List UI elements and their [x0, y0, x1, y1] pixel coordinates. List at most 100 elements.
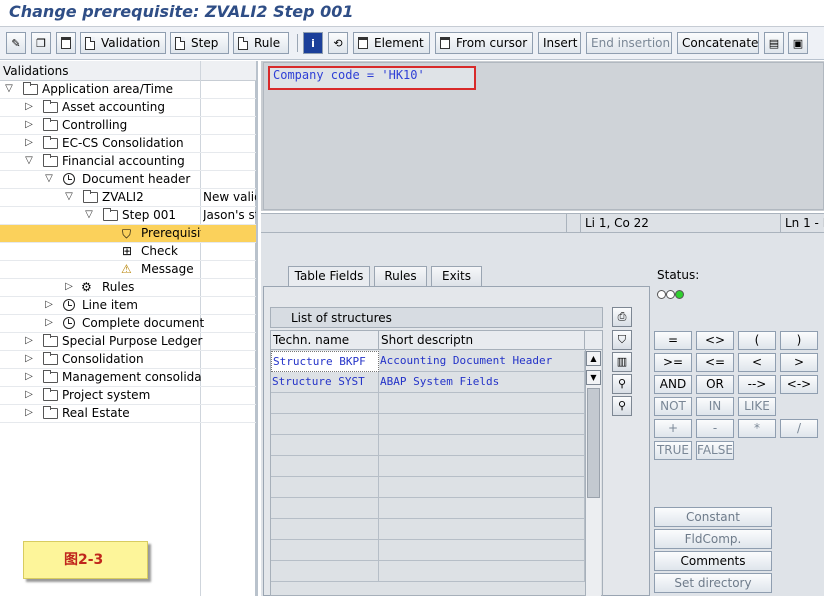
chevron-right-icon[interactable]: ▷	[24, 119, 34, 131]
table-cell-empty[interactable]	[271, 561, 379, 582]
tree-node-document-header[interactable]: ▽ Document header	[0, 171, 256, 189]
operator-multiply-button[interactable]: *	[738, 419, 776, 438]
comments-button[interactable]: Comments	[654, 551, 772, 571]
operator-or-button[interactable]: OR	[696, 375, 734, 394]
chevron-right-icon[interactable]: ▷	[24, 335, 34, 347]
chevron-right-icon[interactable]: ▷	[44, 317, 54, 329]
find-icon[interactable]: ⚲	[612, 374, 632, 394]
operator-like-button[interactable]: LIKE	[738, 397, 776, 416]
table-cell-empty[interactable]	[271, 498, 379, 519]
scroll-down-icon[interactable]: ▼	[586, 370, 601, 385]
constant-button[interactable]: Constant	[654, 507, 772, 527]
operator-equivalent-button[interactable]: <->	[780, 375, 818, 394]
tree-node-asset-accounting[interactable]: ▷ Asset accounting	[0, 99, 256, 117]
new-step-button[interactable]: Step	[170, 32, 229, 54]
table-cell-empty[interactable]	[271, 414, 379, 435]
tab-exits[interactable]: Exits	[431, 266, 482, 286]
column-header-techn-name[interactable]: Techn. name	[271, 331, 379, 350]
table-cell-empty[interactable]	[271, 477, 379, 498]
tree-node-ec-cs[interactable]: ▷ EC-CS Consolidation	[0, 135, 256, 153]
table-cell-empty[interactable]	[271, 393, 379, 414]
chevron-down-icon[interactable]: ▽	[44, 173, 54, 185]
table-cell-techn-name[interactable]: Structure BKPF	[271, 351, 379, 372]
end-insertion-button[interactable]: End insertion	[586, 32, 672, 54]
operator-minus-button[interactable]: -	[696, 419, 734, 438]
tree-node-financial-accounting[interactable]: ▽ Financial accounting	[0, 153, 256, 171]
operator-equals-button[interactable]: =	[654, 331, 692, 350]
table-cell-empty[interactable]	[379, 456, 585, 477]
scrollbar-thumb[interactable]	[587, 388, 600, 498]
chevron-right-icon[interactable]: ▷	[24, 137, 34, 149]
operator-true-button[interactable]: TRUE	[654, 441, 692, 460]
chevron-right-icon[interactable]: ▷	[24, 353, 34, 365]
chevron-down-icon[interactable]: ▽	[4, 83, 14, 95]
table-cell-empty[interactable]	[379, 477, 585, 498]
table-cell-empty[interactable]	[379, 435, 585, 456]
chevron-right-icon[interactable]: ▷	[24, 389, 34, 401]
table-cell-empty[interactable]	[379, 540, 585, 561]
copy-icon[interactable]: ❐	[31, 32, 51, 54]
insert-button[interactable]: Insert	[538, 32, 581, 54]
operator-close-paren-button[interactable]: )	[780, 331, 818, 350]
delete-icon[interactable]	[56, 32, 76, 54]
delete-element-button[interactable]: Element	[353, 32, 430, 54]
delete-from-cursor-button[interactable]: From cursor	[435, 32, 533, 54]
tree-node-controlling[interactable]: ▷ Controlling	[0, 117, 256, 135]
table-cell-empty[interactable]	[379, 519, 585, 540]
tab-table-fields[interactable]: Table Fields	[288, 266, 370, 287]
tree-node-check[interactable]: ⊞ Check	[0, 243, 256, 261]
columns-icon[interactable]: ▥	[612, 352, 632, 372]
print-icon[interactable]: ▤	[764, 32, 784, 54]
operator-implies-button[interactable]: -->	[738, 375, 776, 394]
chevron-down-icon[interactable]: ▽	[84, 209, 94, 221]
column-settings[interactable]	[585, 331, 603, 350]
chevron-right-icon[interactable]: ▷	[24, 371, 34, 383]
operator-lt-button[interactable]: <	[738, 353, 776, 372]
concatenate-button[interactable]: Concatenate	[677, 32, 759, 54]
table-cell-empty[interactable]	[271, 519, 379, 540]
tree-node-prerequisite[interactable]: ⛉ Prerequisit	[0, 225, 256, 243]
table-cell-empty[interactable]	[271, 435, 379, 456]
swap-icon[interactable]: ⟲	[328, 32, 348, 54]
field-compare-button[interactable]: FldComp.	[654, 529, 772, 549]
table-cell-empty[interactable]	[379, 561, 585, 582]
chevron-down-icon[interactable]: ▽	[24, 155, 34, 167]
tree-node-complete-document[interactable]: ▷ Complete document	[0, 315, 256, 333]
editor-code-line[interactable]: Company code = 'HK10'	[273, 68, 425, 82]
tree-node-special-purpose-ledger[interactable]: ▷ Special Purpose Ledger	[0, 333, 256, 351]
scroll-up-icon[interactable]: ▲	[586, 351, 601, 366]
pencil-icon[interactable]: ✎	[6, 32, 26, 54]
operator-and-button[interactable]: AND	[654, 375, 692, 394]
operator-lte-button[interactable]: <=	[696, 353, 734, 372]
operator-not-equal-button[interactable]: <>	[696, 331, 734, 350]
operator-gt-button[interactable]: >	[780, 353, 818, 372]
set-directory-button[interactable]: Set directory	[654, 573, 772, 593]
tree-node-rules[interactable]: ▷ ⚙ Rules	[0, 279, 256, 297]
operator-false-button[interactable]: FALSE	[696, 441, 734, 460]
tree-node-real-estate[interactable]: ▷ Real Estate	[0, 405, 256, 423]
table-cell-description[interactable]: ABAP System Fields	[379, 372, 585, 393]
tree-node-step-001[interactable]: ▽ Step 001 Jason's st	[0, 207, 256, 225]
filter-icon[interactable]: ⛉	[612, 330, 632, 350]
chevron-right-icon[interactable]: ▷	[24, 101, 34, 113]
tree-node-line-item[interactable]: ▷ Line item	[0, 297, 256, 315]
chevron-down-icon[interactable]: ▽	[64, 191, 74, 203]
operator-plus-button[interactable]: +	[654, 419, 692, 438]
table-cell-empty[interactable]	[379, 498, 585, 519]
table-cell-description[interactable]: Accounting Document Header	[379, 351, 585, 372]
new-rule-button[interactable]: Rule	[233, 32, 289, 54]
new-validation-button[interactable]: Validation	[80, 32, 166, 54]
operator-gte-button[interactable]: >=	[654, 353, 692, 372]
layout-icon[interactable]: ▣	[788, 32, 808, 54]
table-cell-empty[interactable]	[379, 393, 585, 414]
operator-open-paren-button[interactable]: (	[738, 331, 776, 350]
table-cell-empty[interactable]	[271, 456, 379, 477]
chevron-right-icon[interactable]: ▷	[44, 299, 54, 311]
tree-node-application-area[interactable]: ▽ Application area/Time	[0, 81, 256, 99]
info-icon[interactable]: i	[303, 32, 323, 54]
print-icon[interactable]: ⎙	[612, 307, 632, 327]
table-cell-empty[interactable]	[379, 414, 585, 435]
tree-node-zvali2[interactable]: ▽ ZVALI2 New valid	[0, 189, 256, 207]
operator-divide-button[interactable]: /	[780, 419, 818, 438]
operator-not-button[interactable]: NOT	[654, 397, 692, 416]
